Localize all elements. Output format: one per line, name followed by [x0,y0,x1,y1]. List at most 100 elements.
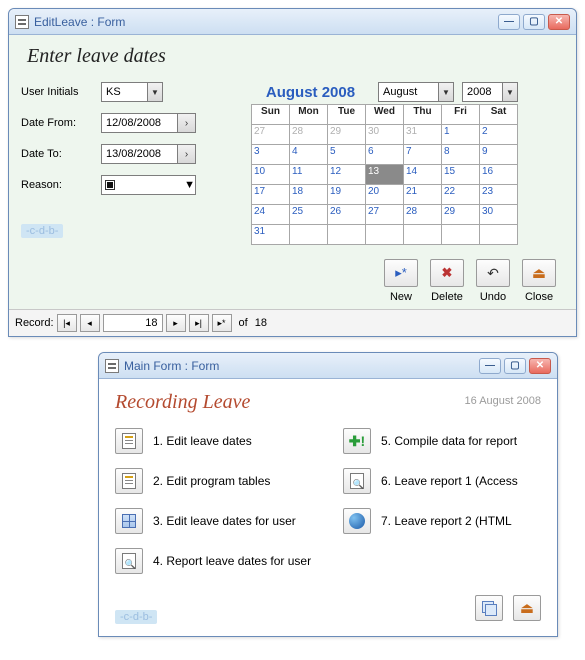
next-record-button[interactable]: ▸ [166,314,186,332]
new-button[interactable]: ▸* [384,259,418,287]
minimize-button[interactable]: — [479,358,501,374]
globe-icon [349,513,365,529]
window-title: Main Form : Form [124,359,479,373]
calendar-day[interactable]: 5 [328,145,366,165]
menu-button[interactable] [115,548,143,574]
calendar-day[interactable]: 2 [480,125,518,145]
reason-combo[interactable]: ▼ [101,175,196,195]
calendar-day[interactable]: 26 [328,205,366,225]
calendar-day[interactable]: 18 [290,185,328,205]
menu-button[interactable] [115,428,143,454]
menu-item[interactable]: 6. Leave report 1 (Access [343,468,541,494]
calendar-grid[interactable]: SunMonTueWedThuFriSat 272829303112345678… [251,104,518,245]
calendar-day[interactable]: 29 [442,205,480,225]
menu-button[interactable] [115,508,143,534]
calendar-day[interactable]: 30 [480,205,518,225]
calendar-day[interactable]: 8 [442,145,480,165]
minimize-button[interactable]: — [498,14,520,30]
menu-item[interactable]: 3. Edit leave dates for user [115,508,313,534]
calendar-day[interactable]: 16 [480,165,518,185]
calendar-day[interactable]: 15 [442,165,480,185]
form-heading: Enter leave dates [27,45,564,68]
initials-label: User Initials [21,86,101,98]
calendar-dow: Thu [404,105,442,125]
calendar-day[interactable]: 28 [404,205,442,225]
calendar-day[interactable]: 31 [404,125,442,145]
undo-button[interactable]: ↶ [476,259,510,287]
calendar-day [290,225,328,245]
prev-record-button[interactable]: ◂ [80,314,100,332]
menu-button[interactable] [343,468,371,494]
maximize-button[interactable]: ▢ [523,14,545,30]
fields-panel: User Initials KS ▼ Date From: 12/08/2008… [21,82,251,245]
calendar-day[interactable]: 19 [328,185,366,205]
calendar-day[interactable]: 10 [252,165,290,185]
menu-item[interactable]: ✚!5. Compile data for report [343,428,541,454]
calendar-day[interactable]: 31 [252,225,290,245]
calendar-title: August 2008 [251,84,370,101]
calendar-day[interactable]: 1 [442,125,480,145]
delete-button[interactable]: ✖ [430,259,464,287]
record-position[interactable]: 18 [103,314,163,332]
initials-value: KS [106,86,121,98]
calendar-panel: August 2008 August ▼ 2008 ▼ SunMonTueWed… [251,82,518,245]
close-form-button[interactable]: ⏏ [522,259,556,287]
menu-item[interactable]: 1. Edit leave dates [115,428,313,454]
calendar-day[interactable]: 17 [252,185,290,205]
first-record-button[interactable]: |◂ [57,314,77,332]
new-record-button[interactable]: ▸* [212,314,232,332]
calendar-day[interactable]: 27 [366,205,404,225]
calendar-day[interactable]: 25 [290,205,328,225]
calendar-day[interactable]: 24 [252,205,290,225]
menu-button[interactable] [343,508,371,534]
titlebar[interactable]: Main Form : Form — ▢ ✕ [99,353,557,379]
initials-combo[interactable]: KS ▼ [101,82,163,102]
chevron-down-icon[interactable]: ▼ [438,83,453,101]
menu-item[interactable]: 2. Edit program tables [115,468,313,494]
month-select[interactable]: August ▼ [378,82,454,102]
chevron-down-icon[interactable]: ▼ [147,83,162,101]
menu-button[interactable]: ✚! [343,428,371,454]
menu-button[interactable] [115,468,143,494]
calendar-day[interactable]: 27 [252,125,290,145]
menu-item[interactable]: 4. Report leave dates for user [115,548,313,574]
titlebar[interactable]: EditLeave : Form — ▢ ✕ [9,9,576,35]
calendar-day [404,225,442,245]
calendar-day[interactable]: 3 [252,145,290,165]
last-record-button[interactable]: ▸| [189,314,209,332]
calendar-day[interactable]: 22 [442,185,480,205]
calendar-dow: Sun [252,105,290,125]
menu-item[interactable]: 7. Leave report 2 (HTML [343,508,541,534]
date-picker-icon[interactable]: › [177,114,195,132]
chevron-down-icon[interactable]: ▼ [184,179,195,191]
calendar-day[interactable]: 28 [290,125,328,145]
calendar-day[interactable]: 14 [404,165,442,185]
calendar-day[interactable]: 7 [404,145,442,165]
calendar-day[interactable]: 23 [480,185,518,205]
calendar-day[interactable]: 20 [366,185,404,205]
chevron-down-icon[interactable]: ▼ [502,83,517,101]
calendar-day[interactable]: 4 [290,145,328,165]
exit-button[interactable]: ⏏ [513,595,541,621]
calendar-day[interactable]: 13 [366,165,404,185]
date-from-input[interactable]: 12/08/2008 › [101,113,196,133]
calendar-day[interactable]: 9 [480,145,518,165]
undo-icon: ↶ [487,265,499,282]
date-to-input[interactable]: 13/08/2008 › [101,144,196,164]
calendar-day [366,225,404,245]
maximize-button[interactable]: ▢ [504,358,526,374]
calendar-day[interactable]: 6 [366,145,404,165]
calendar-day[interactable]: 11 [290,165,328,185]
year-select[interactable]: 2008 ▼ [462,82,518,102]
menu-label: 3. Edit leave dates for user [153,514,296,528]
calendar-day[interactable]: 30 [366,125,404,145]
calendar-dow: Fri [442,105,480,125]
calendar-day[interactable]: 12 [328,165,366,185]
record-total: 18 [255,317,267,329]
calendar-day[interactable]: 21 [404,185,442,205]
calendar-day[interactable]: 29 [328,125,366,145]
close-button[interactable]: ✕ [548,14,570,30]
copy-button[interactable] [475,595,503,621]
date-picker-icon[interactable]: › [177,145,195,163]
close-button[interactable]: ✕ [529,358,551,374]
